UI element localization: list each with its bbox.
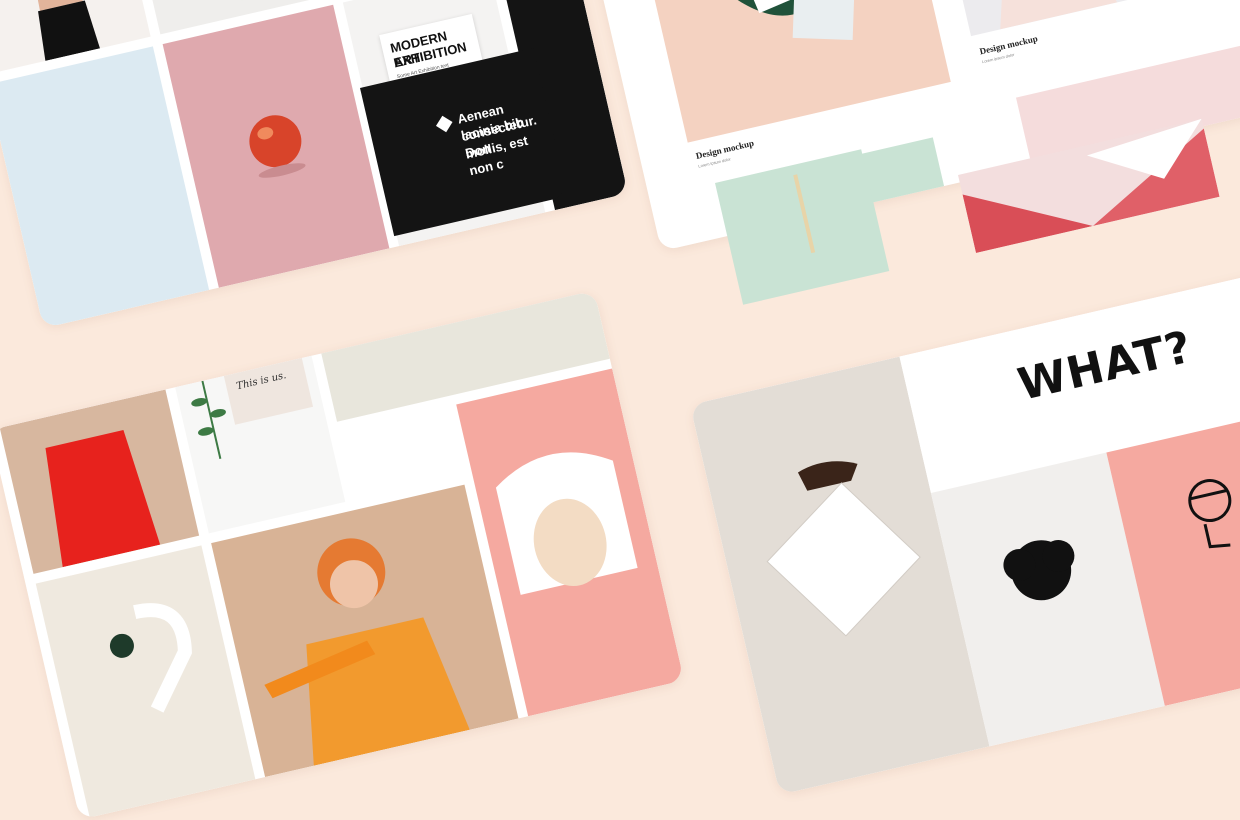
note-card: This is us. — [219, 338, 314, 425]
magazine-spread — [342, 290, 553, 335]
red-dress-figure — [45, 429, 161, 568]
what-headline: WHAT? — [1013, 321, 1197, 411]
photo-tile-red-dress[interactable] — [0, 389, 200, 574]
portrait-shape — [1000, 0, 1118, 30]
business-cards-icon — [724, 0, 855, 40]
note-text: This is us. — [235, 370, 288, 393]
woman-portrait — [264, 538, 470, 766]
moodboard-card-bottom-right[interactable]: WHAT? — [690, 265, 1240, 795]
diamond-icon — [435, 115, 453, 133]
photo-tile-orange-hair-woman[interactable] — [211, 484, 519, 778]
pencil-icon — [793, 174, 816, 254]
moodboard-card-bottom-left[interactable]: This is us. — [0, 290, 685, 820]
photo-tile-blonde[interactable] — [935, 0, 1147, 37]
photo-tile-cards-mockup[interactable] — [642, 0, 951, 143]
magazine-photo — [449, 290, 553, 311]
